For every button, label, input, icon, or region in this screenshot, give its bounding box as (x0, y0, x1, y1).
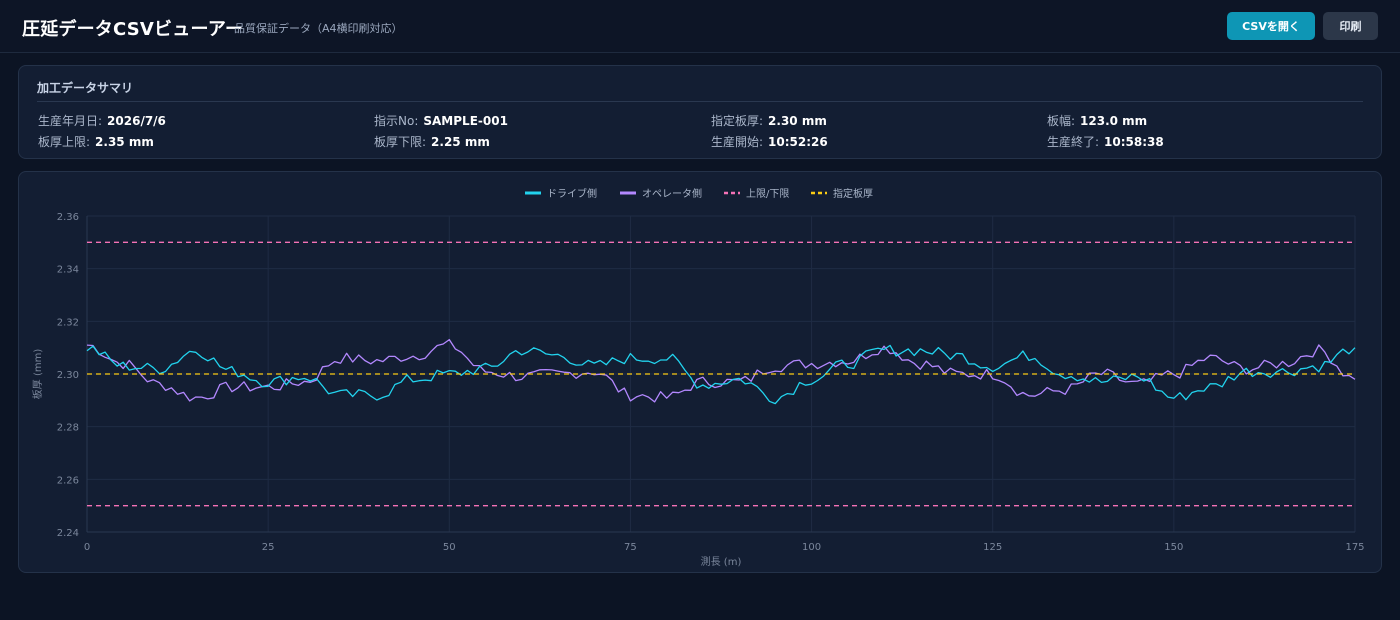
y-tick-label: 2.30 (57, 370, 79, 381)
legend-label: 指定板厚 (833, 187, 873, 200)
legend-label: オペレータ側 (642, 187, 702, 200)
field-label: 板幅: (1047, 114, 1076, 128)
x-axis-label: 測長 (m) (701, 555, 742, 568)
x-tick-label: 25 (262, 542, 275, 553)
field-value: 2026/7/6 (107, 114, 166, 128)
field-order-no: 指示No: SAMPLE-001 (374, 112, 508, 129)
y-axis-label: 板厚 (mm) (31, 349, 44, 400)
field-label: 指定板厚: (711, 114, 764, 128)
field-end-time: 生産終了: 10:58:38 (1047, 133, 1164, 150)
field-label: 板厚上限: (38, 135, 91, 149)
y-tick-label: 2.36 (57, 212, 79, 223)
field-width: 板幅: 123.0 mm (1047, 112, 1147, 129)
field-value: 2.35 mm (95, 135, 154, 149)
y-tick-label: 2.26 (57, 475, 79, 486)
app-subtitle: 品質保証データ（A4横印刷対応） (234, 22, 403, 35)
summary-divider (37, 101, 1363, 102)
x-tick-label: 75 (624, 542, 637, 553)
field-value: 2.30 mm (768, 114, 827, 128)
print-button[interactable]: 印刷 (1323, 12, 1378, 40)
open-csv-button[interactable]: CSVを開く (1227, 12, 1315, 40)
field-lower-limit: 板厚下限: 2.25 mm (374, 133, 490, 150)
field-value: 123.0 mm (1080, 114, 1148, 128)
field-label: 生産年月日: (38, 114, 103, 128)
app-header: 圧延データCSVビューアー 品質保証データ（A4横印刷対応） CSVを開く 印刷 (0, 0, 1400, 53)
legend-label: ドライブ側 (547, 187, 597, 200)
x-tick-label: 125 (983, 542, 1002, 553)
field-production-date: 生産年月日: 2026/7/6 (38, 112, 166, 129)
app-title: 圧延データCSVビューアー (22, 19, 244, 40)
field-upper-limit: 板厚上限: 2.35 mm (38, 133, 154, 150)
field-value: 10:52:26 (768, 135, 828, 149)
legend-label: 上限/下限 (746, 188, 789, 200)
field-value: 10:58:38 (1104, 135, 1164, 149)
series-line-operator (86, 338, 1356, 403)
y-tick-label: 2.34 (57, 265, 79, 276)
y-tick-label: 2.24 (57, 528, 79, 539)
x-tick-label: 100 (802, 542, 821, 553)
field-start-time: 生産開始: 10:52:26 (711, 133, 828, 150)
x-tick-label: 175 (1345, 542, 1364, 553)
field-value: 2.25 mm (431, 135, 490, 149)
y-tick-label: 2.28 (57, 423, 79, 434)
field-target-thickness: 指定板厚: 2.30 mm (711, 112, 827, 129)
x-tick-label: 50 (443, 542, 456, 553)
field-label: 生産開始: (711, 135, 764, 149)
thickness-chart: 2.24 2.26 2.28 2.30 2.32 2.34 2.36 0 25 50 75 100 12… (31, 187, 1365, 568)
field-label: 指示No: (374, 114, 419, 128)
field-label: 板厚下限: (374, 135, 427, 149)
chart-card: 2.24 2.26 2.28 2.30 2.32 2.34 2.36 0 25 50 75 100 12… (18, 171, 1382, 573)
field-label: 生産終了: (1047, 135, 1100, 149)
x-tick-label: 150 (1164, 542, 1183, 553)
summary-card: 加工データサマリ 生産年月日: 2026/7/6 指示No: SAMPLE-001 … (18, 65, 1382, 159)
summary-title: 加工データサマリ (37, 81, 134, 95)
field-value: SAMPLE-001 (423, 114, 508, 128)
x-tick-label: 0 (84, 542, 90, 553)
y-tick-label: 2.32 (57, 317, 79, 328)
